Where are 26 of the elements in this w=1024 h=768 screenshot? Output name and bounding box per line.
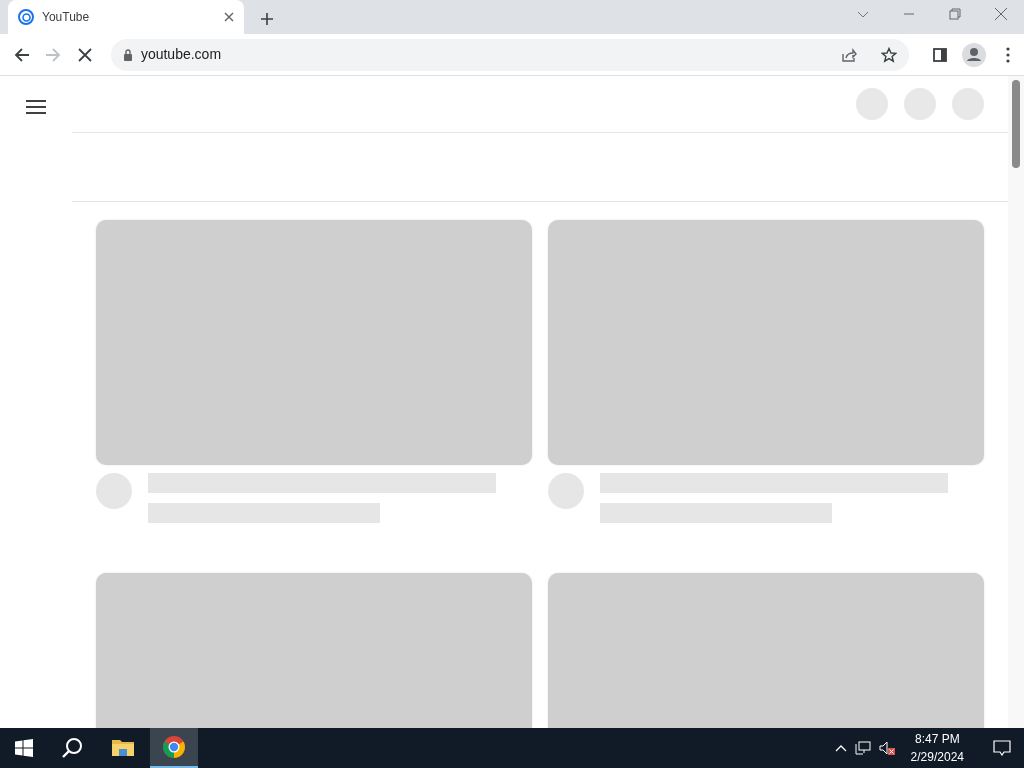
browser-tab[interactable]: YouTube <box>8 0 244 34</box>
share-icon[interactable] <box>840 46 857 63</box>
address-bar[interactable]: youtube.com <box>110 38 909 71</box>
profile-icon[interactable] <box>962 42 987 67</box>
scrollbar-thumb[interactable] <box>1012 80 1020 168</box>
new-tab-icon[interactable] <box>260 12 274 26</box>
browser-icon <box>162 735 186 759</box>
lock-icon <box>122 48 133 61</box>
favicon-icon <box>18 9 34 25</box>
search-icon <box>61 737 83 759</box>
folder-icon <box>111 738 135 758</box>
menu-icon[interactable] <box>26 100 46 114</box>
clock-time: 8:47 PM <box>913 731 961 748</box>
avatar-placeholder <box>96 473 132 509</box>
avatar-placeholder <box>548 473 584 509</box>
star-icon[interactable] <box>880 46 897 63</box>
scrollbar[interactable] <box>1008 76 1024 728</box>
clock-date: 2/29/2024 <box>910 749 964 766</box>
chevron-up-icon[interactable] <box>834 744 847 752</box>
windows-icon <box>15 739 33 757</box>
browser-taskbar-button[interactable] <box>150 728 198 768</box>
clock[interactable]: 8:47 PM 2/29/2024 <box>902 730 972 766</box>
tab-title: YouTube <box>42 9 91 26</box>
close-icon[interactable] <box>224 12 234 22</box>
volume-icon[interactable] <box>878 741 895 755</box>
network-icon[interactable] <box>854 741 871 755</box>
